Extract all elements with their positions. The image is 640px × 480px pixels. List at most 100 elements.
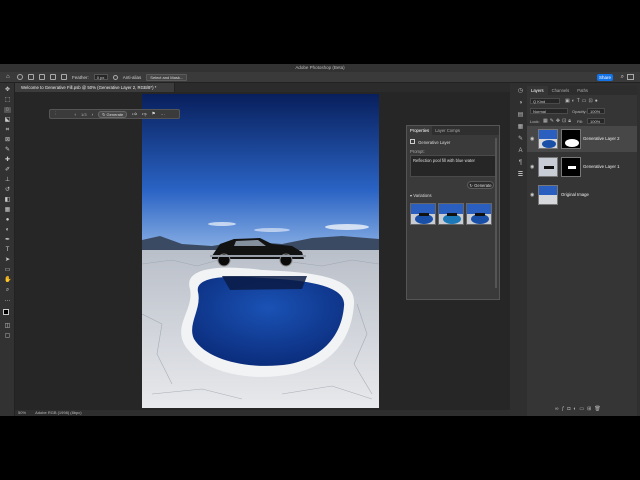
tab-channels[interactable]: Channels (548, 86, 574, 95)
workspace-icon[interactable] (627, 74, 634, 80)
contextual-task-bar: ⋮ ‹ 1/3 › ↻ Generate 👍︎ 👎︎ ⚑ ··· (49, 109, 180, 119)
tab-layers[interactable]: Layers (527, 86, 548, 95)
antialias-checkbox[interactable] (112, 74, 118, 80)
frame-tool-icon[interactable]: ⊠ (4, 137, 11, 143)
layer-row-original-image[interactable]: ◉ Original Image (527, 182, 637, 208)
quick-mask-icon[interactable]: ◫ (4, 323, 11, 329)
history-brush-icon[interactable]: ↺ (4, 187, 11, 193)
select-and-mask-button[interactable]: Select and Mask... (146, 73, 188, 81)
delete-layer-icon[interactable]: 🗑︎ (594, 406, 603, 412)
type-tool-icon[interactable]: T (4, 247, 11, 253)
zoom-level[interactable]: 50% (18, 410, 26, 415)
clone-stamp-icon[interactable]: ⊥ (4, 177, 11, 183)
layer-row-generative-layer-2[interactable]: ◉ Generative Layer 2 (527, 126, 637, 152)
eraser-tool-icon[interactable]: ◧ (4, 197, 11, 203)
paragraph-panel-icon[interactable]: ¶ (517, 160, 524, 166)
blend-mode-select[interactable]: Normal (530, 108, 568, 114)
pen-tool-icon[interactable]: ✒ (4, 237, 11, 243)
properties-panel-icon[interactable]: ☰ (517, 172, 524, 178)
healing-brush-icon[interactable]: ✚ (4, 157, 11, 163)
lock-icons[interactable]: ▦✎✥⊡🔒︎ (543, 118, 573, 124)
dodge-tool-icon[interactable]: ◐ (4, 227, 11, 233)
layer-type-row: Generative Layer (410, 139, 450, 145)
hand-tool-icon[interactable]: ✋ (4, 277, 11, 283)
previous-variation-icon[interactable]: ‹ (75, 112, 77, 117)
gradient-tool-icon[interactable]: ▦ (4, 207, 11, 213)
layer-thumbnail (538, 157, 558, 177)
foreground-color-swatch[interactable] (3, 309, 9, 315)
adjustments-panel-icon[interactable]: ◑ (517, 100, 524, 106)
share-button[interactable]: Share (597, 74, 613, 81)
tab-paths[interactable]: Paths (573, 86, 592, 95)
next-variation-icon[interactable]: › (92, 112, 94, 117)
thumbs-down-icon[interactable]: 👎︎ (142, 111, 147, 117)
zoom-tool-icon[interactable]: ⌕ (4, 287, 11, 293)
tools-panel: ✥ ⬚ ◌ ⬕ ⌗ ⊠ ✎ ✚ ✐ ⊥ ↺ ◧ ▦ ● ◐ ✒ T ➤ ▭ ✋ … (0, 83, 15, 416)
properties-scrollbar[interactable] (495, 138, 497, 288)
visibility-eye-icon[interactable]: ◉ (530, 192, 534, 198)
color-profile: Adobe RGB (1998) (8bpc) (35, 410, 82, 415)
new-selection-icon[interactable] (28, 74, 34, 80)
add-selection-icon[interactable] (39, 74, 45, 80)
fill-input[interactable]: 100% (587, 118, 605, 124)
canvas-image-svg (142, 94, 379, 408)
history-panel-icon[interactable]: ◷ (517, 88, 524, 94)
search-icon[interactable]: ⌕ (621, 74, 624, 81)
variation-thumbnail-1-svg (411, 204, 435, 224)
brushes-panel-icon[interactable]: ✎ (517, 136, 524, 142)
screen-mode-icon[interactable]: ▢ (4, 333, 11, 339)
drag-handle-icon[interactable]: ⋮ (53, 111, 58, 117)
thumbs-up-icon[interactable]: 👍︎ (132, 111, 137, 117)
tab-layer-comps[interactable]: Layer Comps (432, 126, 463, 135)
prompt-input[interactable]: Reflection pool fill with blue water (410, 155, 497, 177)
feather-input[interactable]: 0 px (93, 74, 108, 80)
visibility-eye-icon[interactable]: ◉ (530, 136, 534, 142)
marquee-tool-icon[interactable]: ⬚ (4, 97, 11, 103)
properties-generate-label: Generate (474, 183, 492, 188)
home-icon[interactable]: ⌂ (6, 74, 12, 80)
generate-sparkle-icon: ↻ (102, 111, 106, 117)
link-layers-icon[interactable]: ∞ (555, 406, 562, 412)
variation-thumbnail-3[interactable] (466, 203, 492, 225)
document-canvas-image[interactable] (142, 94, 379, 408)
intersect-selection-icon[interactable] (61, 74, 67, 80)
object-select-icon[interactable]: ⬕ (4, 117, 11, 123)
path-select-icon[interactable]: ➤ (4, 257, 11, 263)
layer-name[interactable]: Original Image (561, 192, 589, 197)
swatches-panel-icon[interactable]: ▦ (517, 124, 524, 130)
libraries-panel-icon[interactable]: ▤ (517, 112, 524, 118)
character-panel-icon[interactable]: A (517, 148, 524, 154)
layer-name[interactable]: Generative Layer 2 (583, 136, 620, 141)
eyedropper-icon[interactable]: ✎ (4, 147, 11, 153)
generate-button[interactable]: ↻ Generate (98, 110, 128, 118)
brush-tool-icon[interactable]: ✐ (4, 167, 11, 173)
group-icon[interactable]: ▭ (579, 406, 587, 412)
lasso-tool-icon[interactable] (17, 74, 23, 80)
opacity-input[interactable]: 100% (587, 108, 605, 114)
variation-thumbnail-2[interactable] (438, 203, 464, 225)
blur-tool-icon[interactable]: ● (4, 217, 11, 223)
document-tab[interactable]: Welcome to Generative Fill.psb @ 50% (Ge… (15, 83, 175, 92)
tab-properties[interactable]: Properties (407, 126, 433, 135)
flag-icon[interactable]: ⚑ (152, 111, 156, 117)
layer-mask-svg (568, 166, 576, 169)
more-options-icon[interactable]: ··· (161, 112, 166, 117)
variations-header[interactable]: ▾ Variations (410, 193, 432, 198)
layer-mask-thumbnail[interactable] (561, 157, 581, 177)
visibility-eye-icon[interactable]: ◉ (530, 164, 534, 170)
variation-thumbnail-1[interactable] (410, 203, 436, 225)
shape-tool-icon[interactable]: ▭ (4, 267, 11, 273)
kind-filter-select[interactable]: Q Kind (530, 98, 560, 104)
layer-mask-thumbnail[interactable] (561, 129, 581, 149)
layer-row-generative-layer-1[interactable]: ◉ Generative Layer 1 (527, 154, 637, 180)
layer-name[interactable]: Generative Layer 1 (583, 164, 620, 169)
more-tools-icon[interactable]: … (4, 297, 11, 303)
opacity-label: Opacity: (572, 109, 587, 114)
layer-thumbnail-svg (539, 130, 557, 148)
crop-tool-icon[interactable]: ⌗ (4, 127, 11, 133)
lasso-tool-icon[interactable]: ◌ (4, 107, 11, 113)
properties-generate-button[interactable]: ↻ Generate (467, 181, 494, 189)
move-tool-icon[interactable]: ✥ (4, 87, 11, 93)
layer-filter-icons[interactable]: ▣◐T▭⊡● (565, 98, 600, 104)
subtract-selection-icon[interactable] (50, 74, 56, 80)
